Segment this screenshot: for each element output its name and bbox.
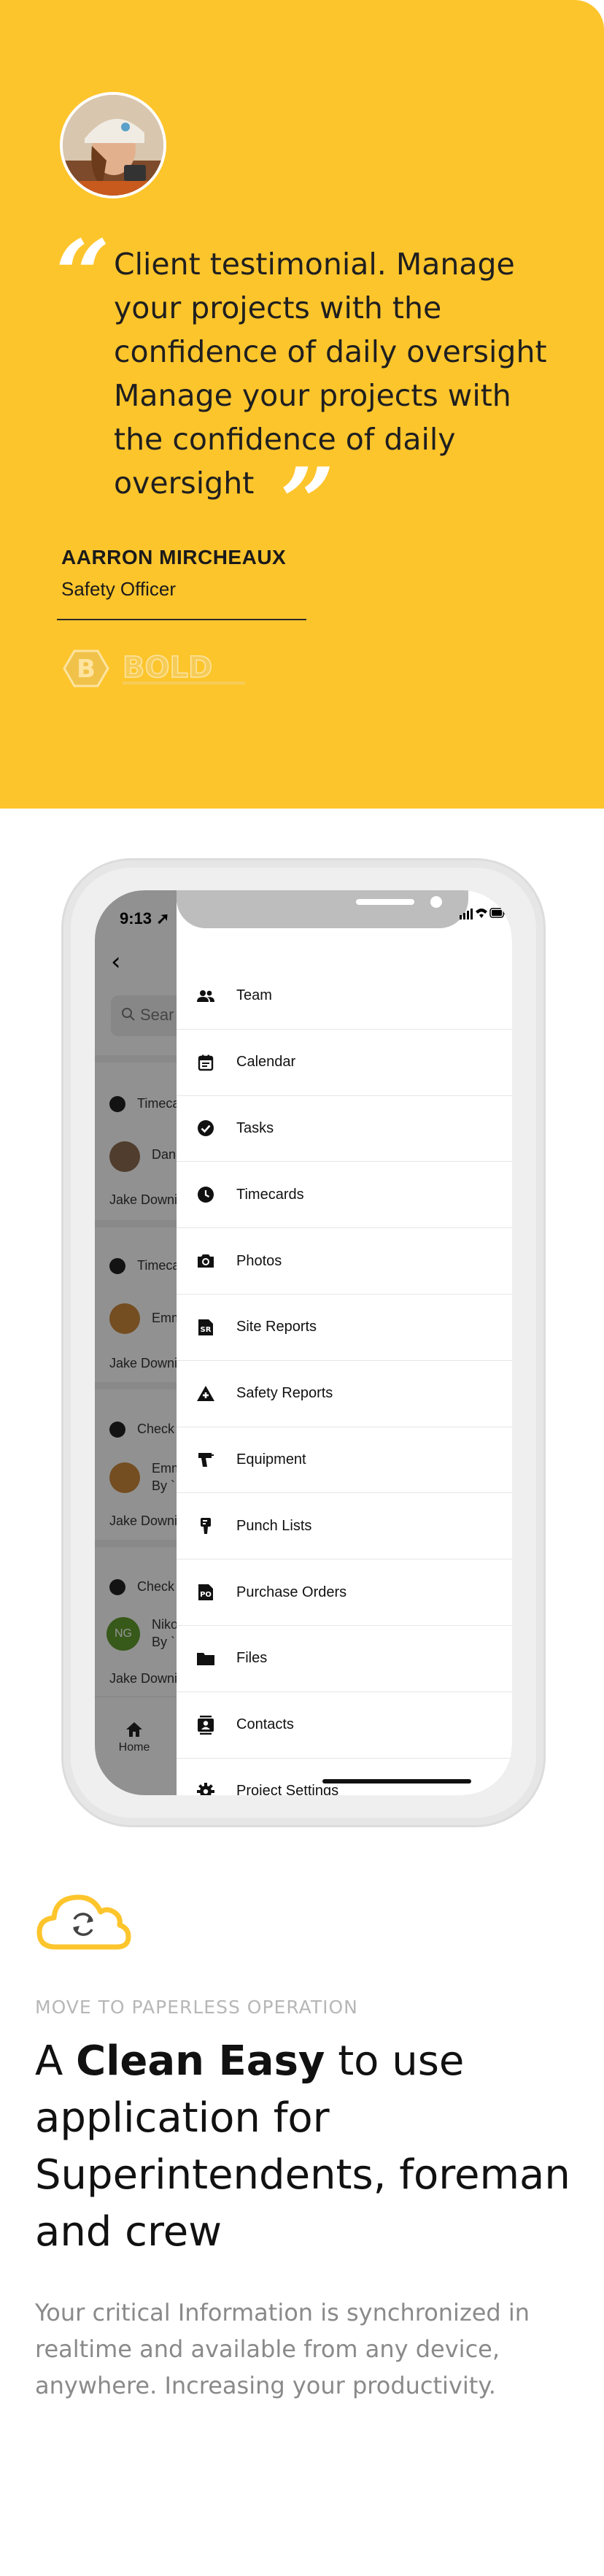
author-name: AARRON MIRCHEAUX — [61, 546, 287, 568]
open-quote-mark: “ — [55, 219, 110, 331]
author-role: Safety Officer — [61, 578, 177, 600]
punch-icon — [195, 1516, 216, 1536]
contacts-icon — [195, 1715, 216, 1735]
menu-item-contacts[interactable]: Contacts — [177, 1692, 512, 1759]
notch-camera — [430, 896, 442, 908]
purchase-order-icon-text: PO — [200, 1591, 212, 1599]
home-indicator[interactable] — [322, 1779, 471, 1783]
close-quote-mark: ” — [280, 447, 335, 558]
menu-item-safety-reports[interactable]: Safety Reports — [177, 1361, 512, 1427]
author-photo — [63, 95, 163, 196]
purchase-order-icon: PO — [195, 1582, 216, 1603]
headline-pre: A — [35, 2037, 77, 2085]
menu-item-files[interactable]: Files — [177, 1626, 512, 1692]
menu-label: Purchase Orders — [236, 1584, 347, 1600]
testimonial-card: “ Client testimonial. Manage your projec… — [0, 0, 604, 809]
menu-item-site-reports[interactable]: SR Site Reports — [177, 1295, 512, 1361]
author-divider — [57, 619, 306, 620]
feature-headline: A Clean Easy to use application for Supe… — [35, 2033, 575, 2261]
drill-icon — [195, 1449, 216, 1470]
logo-letter: B — [77, 655, 96, 684]
testimonial-quote: Client testimonial. Manage your projects… — [114, 247, 547, 501]
bold-company-logo: B BOLD — [63, 649, 245, 687]
phone-screen: 9:13 ➚ ‹ Sear Timeca Dan Jake Downi Time… — [95, 890, 512, 1795]
feature-body: Your critical Information is synchronize… — [35, 2299, 530, 2399]
menu-label: Timecards — [236, 1186, 304, 1203]
status-bar-icons — [460, 908, 506, 919]
menu-item-tasks[interactable]: Tasks — [177, 1096, 512, 1162]
clock-icon — [195, 1184, 216, 1205]
menu-item-equipment[interactable]: Equipment — [177, 1427, 512, 1494]
headline-bold: Clean Easy — [76, 2037, 325, 2085]
menu-label: Tasks — [236, 1119, 274, 1136]
menu-label: Site Reports — [236, 1319, 317, 1335]
section-eyebrow: MOVE TO PAPERLESS OPERATION — [35, 1997, 358, 2018]
menu-label: Team — [236, 987, 272, 1004]
camera-icon — [195, 1251, 216, 1271]
site-report-icon-text: SR — [201, 1326, 212, 1334]
notch-speaker — [356, 899, 414, 905]
tasks-icon — [195, 1118, 216, 1138]
menu-item-photos[interactable]: Photos — [177, 1228, 512, 1295]
menu-label: Safety Reports — [236, 1385, 333, 1402]
menu-item-calendar[interactable]: Calendar — [177, 1030, 512, 1096]
calendar-icon — [195, 1052, 216, 1073]
cloud-sync-icon — [36, 1894, 131, 1950]
menu-label: Calendar — [236, 1054, 296, 1071]
menu-item-team[interactable]: Team — [177, 963, 512, 1030]
menu-item-timecards[interactable]: Timecards — [177, 1162, 512, 1229]
menu-label: Contacts — [236, 1716, 294, 1733]
team-icon — [195, 986, 216, 1006]
menu-label: Punch Lists — [236, 1517, 312, 1534]
menu-item-project-settings[interactable]: Project Settings — [177, 1759, 512, 1795]
logo-wordmark: BOLD — [123, 651, 212, 685]
menu-item-punch-lists[interactable]: Punch Lists — [177, 1493, 512, 1560]
gear-icon — [195, 1781, 216, 1795]
drawer-menu: Team Calendar Tasks Timecards Photos SR … — [177, 963, 512, 1795]
site-report-icon: SR — [195, 1317, 216, 1338]
phone-notch — [177, 890, 468, 928]
menu-label: Equipment — [236, 1451, 306, 1468]
menu-label: Photos — [236, 1252, 282, 1269]
folder-icon — [195, 1648, 216, 1669]
safety-icon — [195, 1384, 216, 1404]
author-avatar — [60, 92, 166, 198]
menu-label: Project Settings — [236, 1783, 339, 1795]
menu-label: Files — [236, 1650, 268, 1667]
menu-item-purchase-orders[interactable]: PO Purchase Orders — [177, 1559, 512, 1626]
